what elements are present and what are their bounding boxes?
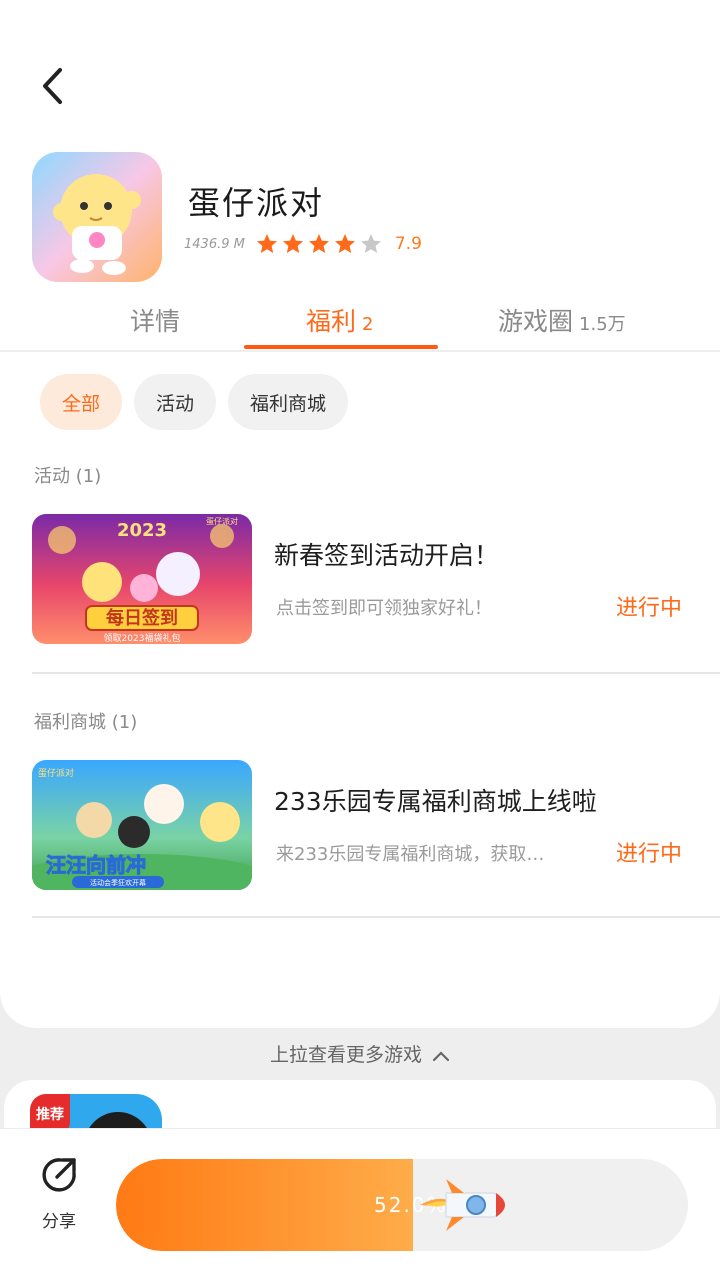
star-empty-icon [360, 234, 381, 253]
app-icon [32, 152, 162, 282]
mall-card[interactable]: 蛋仔派对 汪汪向前冲 活动会季狂欢开幕 233乐园专属福利商城上线啦 来233乐… [32, 760, 720, 892]
app-name: 蛋仔派对 [188, 184, 325, 222]
activity-card[interactable]: 2023 蛋仔派对 每日签到 领取2023福袋礼包 新春签到活动开启！ 点击签到… [32, 514, 720, 646]
pull-up-label: 上拉查看更多游戏 [269, 1044, 422, 1066]
tab-details[interactable]: 详情 [130, 302, 180, 338]
activity-desc: 点击签到即可领独家好礼！ [276, 598, 492, 619]
filter-chips: 全部 活动 福利商城 [40, 374, 349, 430]
mall-title: 233乐园专属福利商城上线啦 [274, 787, 597, 816]
thumb-sub: 活动会季狂欢开幕 [90, 878, 146, 887]
thumb-brand: 蛋仔派对 [38, 767, 74, 779]
tab-label: 游戏圈 [498, 307, 574, 336]
star-filled-icon [308, 234, 329, 253]
download-button[interactable]: 52.0% [116, 1159, 688, 1251]
chevron-up-icon [432, 1050, 450, 1061]
tab-benefits[interactable]: 福利 2 [306, 302, 373, 338]
rating-score: 7.9 [394, 234, 422, 254]
pull-up-hint[interactable]: 上拉查看更多游戏 [0, 1040, 720, 1067]
filter-chip-activity[interactable]: 活动 [134, 374, 217, 430]
activity-title: 新春签到活动开启！ [274, 541, 500, 570]
rocket-icon [420, 1179, 505, 1231]
mall-status: 进行中 [616, 842, 683, 867]
activity-status: 进行中 [616, 596, 683, 621]
thumb-title: 汪汪向前冲 [46, 853, 146, 877]
download-progress-fill [116, 1159, 414, 1251]
section-title-activity: 活动 (1) [34, 466, 102, 487]
bottom-action-bar: 分享 52.0% [0, 1128, 720, 1280]
game-detail-sheet: 蛋仔派对 1436.9 M 7.9 详情 福利 2 游戏圈 1.5万 全部 活动 福… [0, 0, 720, 1028]
tab-count: 2 [362, 314, 374, 335]
section-title-mall: 福利商城 (1) [34, 712, 138, 733]
share-label: 分享 [42, 1212, 76, 1232]
mall-thumbnail: 蛋仔派对 汪汪向前冲 活动会季狂欢开幕 [32, 760, 252, 890]
divider [32, 916, 720, 918]
thumb-sub: 领取2023福袋礼包 [104, 632, 181, 644]
star-filled-icon [282, 234, 303, 253]
chevron-left-icon [43, 68, 62, 104]
tab-count: 1.5万 [579, 314, 626, 335]
active-tab-indicator [244, 345, 438, 349]
thumb-brand: 蛋仔派对 [206, 516, 238, 526]
app-size: 1436.9 M [184, 236, 245, 252]
star-filled-icon [334, 234, 355, 253]
thumb-year: 2023 [117, 520, 167, 541]
back-button[interactable] [30, 62, 74, 110]
tab-label: 福利 [306, 307, 357, 336]
app-meta: 1436.9 M 7.9 [184, 230, 422, 258]
share-icon [42, 1158, 76, 1192]
filter-chip-all[interactable]: 全部 [40, 374, 123, 430]
share-button[interactable]: 分享 [34, 1155, 84, 1232]
tab-game-circle[interactable]: 游戏圈 1.5万 [498, 302, 626, 338]
divider [32, 672, 720, 674]
mall-desc: 来233乐园专属福利商城，获取… [276, 844, 545, 865]
rating-stars [255, 232, 383, 256]
thumb-title: 每日签到 [106, 607, 178, 629]
star-filled-icon [256, 234, 277, 253]
activity-thumbnail: 2023 蛋仔派对 每日签到 领取2023福袋礼包 [32, 514, 252, 644]
tab-label: 详情 [130, 307, 181, 336]
tab-bar: 详情 福利 2 游戏圈 1.5万 [0, 296, 720, 352]
filter-chip-mall[interactable]: 福利商城 [228, 374, 349, 430]
